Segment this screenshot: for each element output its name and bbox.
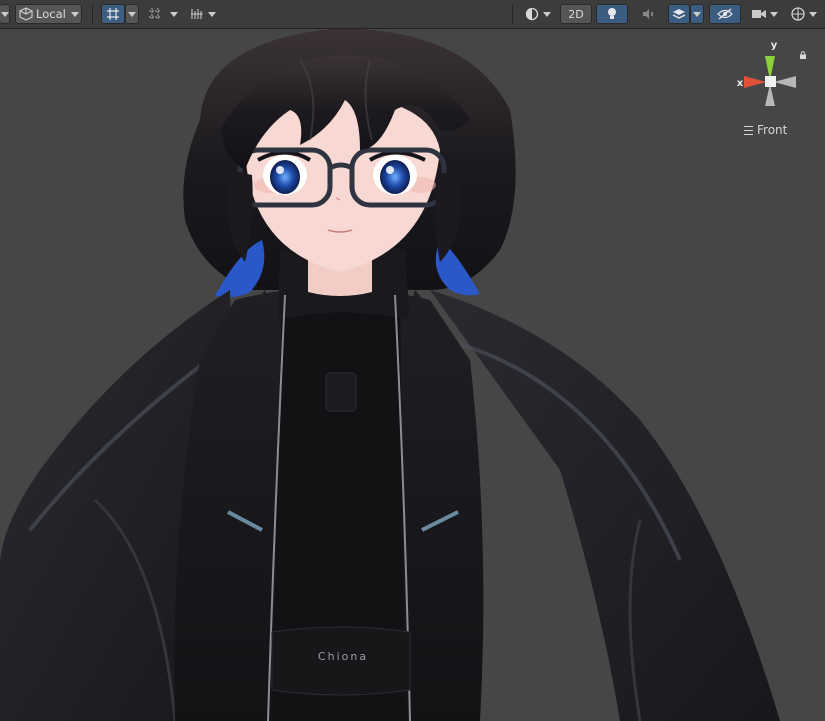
lock-icon[interactable] bbox=[799, 44, 807, 59]
scene-audio-toggle[interactable] bbox=[632, 4, 664, 24]
view-orientation-label[interactable]: Front bbox=[744, 123, 787, 137]
gizmo-neg-y-axis bbox=[765, 84, 775, 106]
chevron-down-icon bbox=[543, 11, 551, 17]
camera-icon bbox=[752, 10, 766, 18]
scene-effects-toggle[interactable] bbox=[668, 4, 690, 24]
avatar-model: Chiona bbox=[0, 29, 780, 721]
increment-snap-dropdown[interactable] bbox=[205, 4, 219, 24]
previous-dropdown-caret[interactable] bbox=[0, 4, 10, 24]
gizmos-dropdown[interactable] bbox=[786, 4, 822, 24]
scene-view-window: Local 2D Chiona y x Front bbox=[0, 0, 825, 721]
gizmo-neg-x-axis bbox=[774, 76, 796, 88]
chevron-down-icon bbox=[170, 11, 178, 17]
scene-effects-dropdown[interactable] bbox=[690, 4, 704, 24]
chest-patch bbox=[325, 372, 357, 412]
jacket-logo: Chiona bbox=[318, 650, 368, 663]
increment-snap-icon bbox=[191, 9, 203, 19]
grid-snap-icon bbox=[107, 8, 119, 20]
grid-visibility-toggle[interactable] bbox=[143, 4, 167, 24]
effects-icon bbox=[672, 9, 686, 19]
chevron-down-icon bbox=[693, 11, 701, 17]
view-name: Front bbox=[757, 123, 788, 137]
chevron-down-icon bbox=[70, 11, 79, 17]
grid-snap-toggle[interactable] bbox=[101, 4, 125, 24]
draw-mode-dropdown[interactable] bbox=[520, 4, 556, 24]
grid-snap-dropdown[interactable] bbox=[125, 4, 139, 24]
gizmo-x-axis bbox=[744, 76, 766, 88]
scene-viewport[interactable]: Chiona y x Front bbox=[0, 29, 825, 721]
scene-lighting-toggle[interactable] bbox=[596, 4, 628, 24]
shading-icon bbox=[525, 7, 539, 21]
grid-icon bbox=[149, 8, 161, 20]
pivot-rotation-dropdown[interactable]: Local bbox=[15, 4, 82, 24]
camera-settings-dropdown[interactable] bbox=[746, 4, 780, 24]
chevron-down-icon bbox=[770, 11, 778, 17]
gizmo-x-label: x bbox=[737, 78, 744, 89]
cube-icon bbox=[19, 7, 33, 21]
toolbar-separator bbox=[512, 4, 513, 24]
scene-toolbar: Local 2D bbox=[0, 0, 825, 29]
gizmo-center-cube bbox=[765, 76, 776, 87]
chevron-down-icon bbox=[0, 11, 9, 17]
toolbar-separator bbox=[92, 4, 93, 24]
toggle-2d-label: 2D bbox=[568, 7, 584, 21]
chevron-down-icon bbox=[809, 11, 817, 17]
menu-icon bbox=[744, 125, 753, 135]
lighting-icon bbox=[608, 8, 616, 19]
pivot-rotation-label: Local bbox=[36, 7, 66, 21]
chevron-down-icon bbox=[208, 11, 216, 17]
grid-visibility-dropdown[interactable] bbox=[167, 4, 181, 24]
chevron-down-icon bbox=[128, 11, 136, 17]
hidden-objects-toggle[interactable] bbox=[709, 4, 741, 24]
toggle-2d-button[interactable]: 2D bbox=[560, 4, 592, 24]
hidden-objects-icon bbox=[717, 8, 733, 20]
gizmos-icon bbox=[791, 7, 805, 21]
audio-icon bbox=[643, 9, 654, 19]
gizmo-y-label: y bbox=[771, 40, 778, 51]
